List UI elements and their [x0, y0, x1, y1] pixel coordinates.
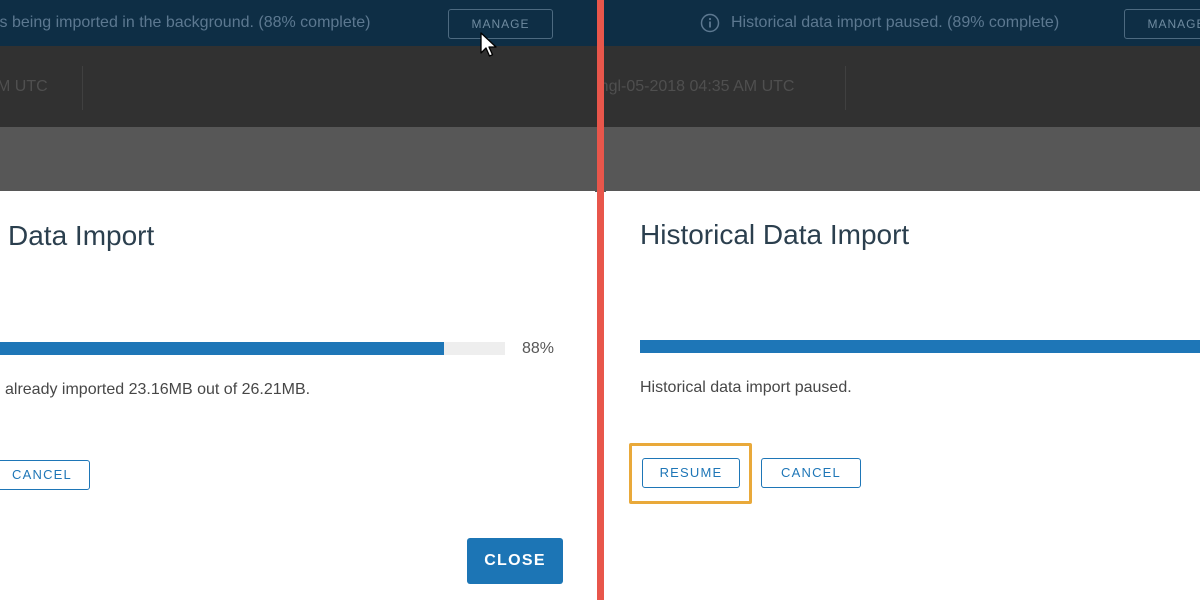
manage-button[interactable]: MANAGE [1124, 9, 1200, 39]
app-header [0, 46, 597, 127]
progress-bar-fill [640, 340, 1200, 353]
resume-button[interactable]: RESUME [642, 458, 740, 488]
progress-percent: 88% [522, 340, 555, 357]
modal-title: Historical Data Import [640, 219, 910, 250]
progress-bar [640, 340, 1200, 353]
cancel-button[interactable]: CANCEL [761, 458, 861, 488]
progress-bar [0, 342, 505, 355]
right-screenshot-panel: Historical data import paused. (89% comp… [604, 0, 1200, 600]
close-button[interactable]: CLOSE [467, 538, 563, 584]
mouse-pointer-icon [480, 32, 497, 57]
info-icon [700, 13, 720, 33]
left-screenshot-panel: is being imported in the background. (88… [0, 0, 597, 600]
app-subheader [0, 127, 597, 192]
manage-button[interactable]: MANAGE [448, 9, 553, 39]
progress-bar-fill [0, 342, 445, 355]
import-progress-message: already imported 23.16MB out of 26.21MB. [5, 381, 311, 398]
banner-status-text: is being imported in the background. (88… [0, 14, 371, 31]
cancel-button[interactable]: CANCEL [0, 460, 90, 490]
app-subheader [604, 127, 1200, 192]
import-paused-message: Historical data import paused. [640, 379, 852, 396]
banner-status-text: Historical data import paused. (89% comp… [731, 14, 1060, 31]
import-modal: Historical Data Import Historical data i… [606, 191, 1200, 600]
header-time-text: M UTC [0, 78, 48, 95]
header-separator [845, 66, 846, 110]
import-modal: Data Import 88% already imported 23.16MB… [0, 191, 595, 600]
header-separator [82, 66, 83, 110]
comparison-divider [597, 0, 604, 600]
modal-title: Data Import [8, 220, 155, 251]
header-time-text: Engl-05-2018 04:35 AM UTC [604, 78, 795, 95]
